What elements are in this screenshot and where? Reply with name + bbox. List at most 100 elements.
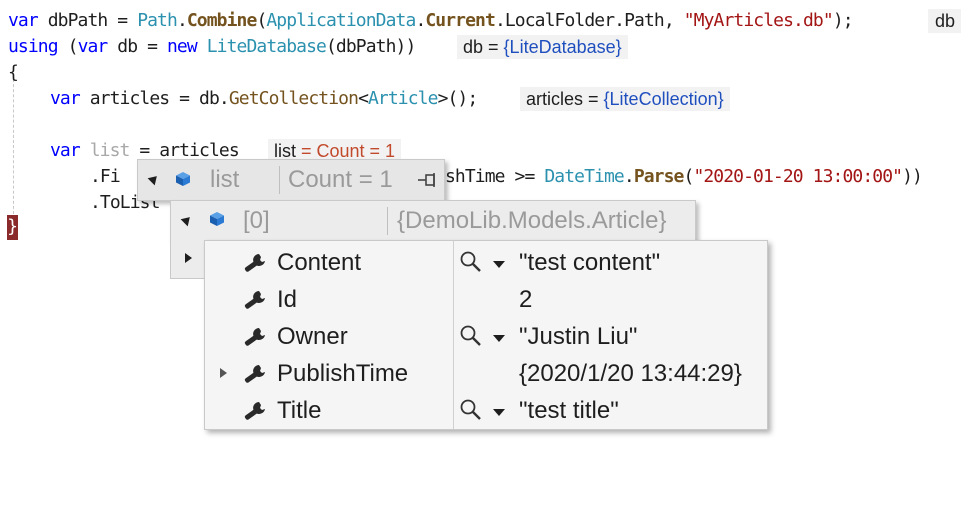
datatip-item-value: {DemoLib.Models.Article}	[397, 207, 667, 234]
keyword: using	[8, 36, 59, 57]
code-text: dbPath =	[37, 10, 138, 31]
wrench-icon	[244, 291, 265, 309]
property-row[interactable]: Id 2	[205, 281, 767, 318]
code-line-3: {	[8, 60, 19, 86]
property-name: PublishTime	[277, 360, 409, 387]
inline-hint-equals: =	[296, 141, 317, 161]
indent-guide	[13, 74, 14, 214]
inline-hint-db[interactable]: db = {LiteDatabase}	[457, 35, 628, 59]
inline-hint-name: db	[935, 11, 956, 31]
type-name: LiteDatabase	[206, 36, 327, 57]
magnifier-icon[interactable]	[459, 325, 483, 347]
method-name: Parse	[633, 166, 685, 187]
datatip-variable-name: list	[210, 166, 240, 193]
property-row[interactable]: Content "test content"	[205, 244, 767, 281]
keyword: var	[77, 36, 109, 57]
type-name: DateTime	[544, 166, 624, 187]
property-value: "test title"	[519, 397, 619, 424]
code-text: shTime >=	[445, 166, 545, 187]
keyword: var	[8, 10, 39, 31]
code-text: ))	[902, 166, 923, 187]
property-value: {2020/1/20 13:44:29}	[519, 360, 742, 387]
inline-hint-value: Count = 1	[316, 141, 396, 161]
inline-hint-db-truncated[interactable]: db	[928, 9, 961, 33]
inline-hint-name: db	[463, 37, 484, 57]
chevron-down-icon[interactable]	[493, 261, 505, 268]
chevron-down-icon[interactable]	[493, 409, 505, 416]
code-text: >();	[437, 88, 479, 109]
datatip-row-item-0[interactable]: [0] {DemoLib.Models.Article}	[170, 200, 696, 242]
code-line-1: var dbPath = Path.Combine(ApplicationDat…	[8, 8, 854, 34]
code-text: (	[683, 166, 695, 187]
type-name: Article	[368, 88, 438, 109]
code-text: .	[176, 10, 188, 31]
inline-hint-value: {LiteDatabase}	[503, 37, 622, 57]
column-divider	[387, 207, 388, 235]
inline-hint-articles[interactable]: articles = {LiteCollection}	[520, 87, 730, 111]
property-name: Id	[277, 286, 298, 313]
wrench-icon	[244, 365, 265, 383]
code-text: .	[415, 10, 426, 31]
datatip-row-stub[interactable]	[170, 240, 207, 279]
code-text: .	[623, 166, 635, 187]
open-brace: {	[8, 62, 19, 83]
property-row[interactable]: Title "test title"	[205, 392, 767, 429]
property-value: "Justin Liu"	[519, 323, 638, 350]
type-name: Path	[137, 10, 178, 31]
type-name: ApplicationData	[266, 10, 416, 31]
method-name: Combine	[186, 10, 257, 31]
inline-hint-name: articles	[526, 89, 584, 109]
code-text: db =	[107, 36, 167, 57]
keyword: var	[50, 140, 81, 161]
keyword: new	[167, 36, 198, 57]
code-text: <	[358, 88, 369, 109]
property-name: Title	[277, 397, 322, 424]
close-brace-highlight: }	[7, 215, 18, 240]
wrench-icon	[244, 254, 265, 272]
datatip-variable-value: Count = 1	[288, 166, 393, 193]
code-text: (	[256, 10, 267, 31]
inline-hint-name: list	[274, 141, 296, 161]
property-name: Content	[277, 249, 362, 276]
datatip-properties-panel: Content "test content" Id 2 Owner "Justin Liu…	[204, 240, 768, 430]
string-literal: "MyArticles.db"	[683, 10, 834, 31]
code-line-2: using (var db = new LiteDatabase(dbPath)…	[8, 34, 416, 60]
code-text: .Fi	[90, 166, 121, 187]
pin-icon[interactable]	[418, 173, 438, 187]
object-cube-icon	[176, 172, 190, 186]
property-value: 2	[519, 286, 533, 313]
inline-hint-value: {LiteCollection}	[603, 89, 724, 109]
property-row[interactable]: Owner "Justin Liu"	[205, 318, 767, 355]
code-text: = articles	[129, 140, 239, 161]
magnifier-icon[interactable]	[459, 251, 483, 273]
object-cube-icon	[210, 212, 224, 226]
code-text: (dbPath))	[326, 36, 416, 57]
magnifier-icon[interactable]	[459, 399, 483, 421]
close-brace: }	[7, 216, 18, 237]
collapse-arrow-icon[interactable]	[180, 213, 194, 227]
code-text: (	[57, 36, 79, 57]
member-name: Current	[425, 10, 495, 31]
keyword: var	[50, 88, 81, 109]
expand-arrow-icon[interactable]	[220, 368, 227, 378]
code-line-6-end: shTime >= DateTime.Parse("2020-01-20 13:…	[445, 164, 923, 190]
column-divider	[279, 166, 280, 194]
datatip-row-list[interactable]: list Count = 1	[137, 159, 445, 201]
wrench-icon	[244, 328, 265, 346]
wrench-icon	[244, 402, 265, 420]
collapse-arrow-icon[interactable]	[147, 172, 161, 186]
property-name: Owner	[277, 323, 348, 350]
variable-name: list	[89, 140, 131, 161]
code-text: .LocalFolder.Path,	[494, 10, 684, 31]
expand-arrow-icon[interactable]	[185, 253, 192, 263]
code-text: );	[832, 10, 854, 31]
code-line-6-start: .Fi	[90, 164, 121, 190]
string-literal: "2020-01-20 13:00:00"	[693, 166, 903, 187]
chevron-down-icon[interactable]	[493, 335, 505, 342]
code-text: articles = db.	[79, 88, 230, 109]
property-row[interactable]: PublishTime {2020/1/20 13:44:29}	[205, 355, 767, 392]
property-value: "test content"	[519, 249, 661, 276]
code-line-4: var articles = db.GetCollection<Article>…	[50, 86, 479, 112]
